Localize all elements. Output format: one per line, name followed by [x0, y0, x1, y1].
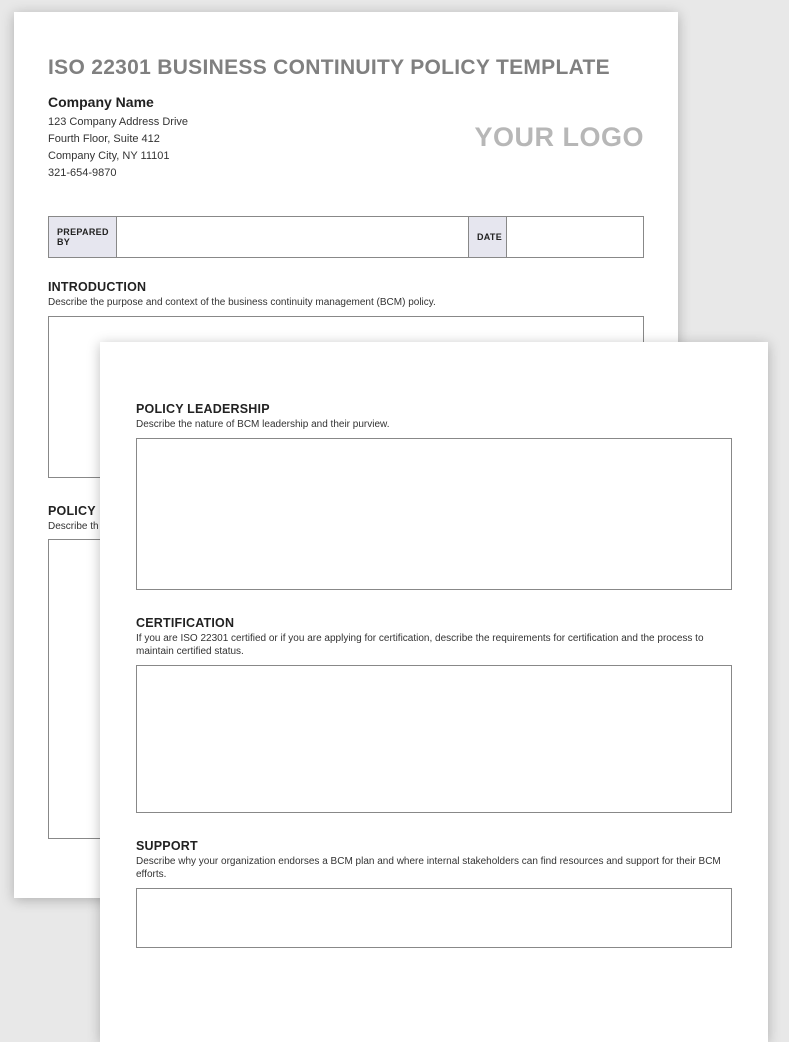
section-desc-certification: If you are ISO 22301 certified or if you… [136, 632, 732, 659]
company-address-line1: 123 Company Address Drive [48, 114, 188, 131]
company-name: Company Name [48, 94, 188, 110]
section-title-support: SUPPORT [136, 839, 732, 853]
document-title: ISO 22301 BUSINESS CONTINUITY POLICY TEM… [48, 56, 644, 80]
section-title-leadership: POLICY LEADERSHIP [136, 402, 732, 416]
section-box-certification[interactable] [136, 665, 732, 813]
date-label: DATE [469, 217, 507, 257]
document-page-2: POLICY LEADERSHIP Describe the nature of… [100, 342, 768, 1042]
section-box-leadership[interactable] [136, 438, 732, 590]
section-desc-leadership: Describe the nature of BCM leadership an… [136, 418, 732, 432]
prepared-by-field[interactable] [117, 217, 469, 257]
company-header: Company Name 123 Company Address Drive F… [48, 94, 644, 182]
section-title-introduction: INTRODUCTION [48, 280, 644, 294]
company-phone: 321-654-9870 [48, 165, 188, 182]
logo-placeholder: YOUR LOGO [474, 122, 644, 153]
section-desc-support: Describe why your organization endorses … [136, 855, 732, 882]
prepared-by-label: PREPARED BY [49, 217, 117, 257]
section-title-certification: CERTIFICATION [136, 616, 732, 630]
section-desc-introduction: Describe the purpose and context of the … [48, 296, 644, 310]
section-policy-leadership: POLICY LEADERSHIP Describe the nature of… [136, 402, 732, 590]
company-info: Company Name 123 Company Address Drive F… [48, 94, 188, 182]
company-address-line3: Company City, NY 11101 [48, 148, 188, 165]
section-support: SUPPORT Describe why your organization e… [136, 839, 732, 948]
date-field[interactable] [507, 217, 643, 257]
section-box-support[interactable] [136, 888, 732, 948]
meta-table: PREPARED BY DATE [48, 216, 644, 258]
section-certification: CERTIFICATION If you are ISO 22301 certi… [136, 616, 732, 813]
company-address-line2: Fourth Floor, Suite 412 [48, 131, 188, 148]
